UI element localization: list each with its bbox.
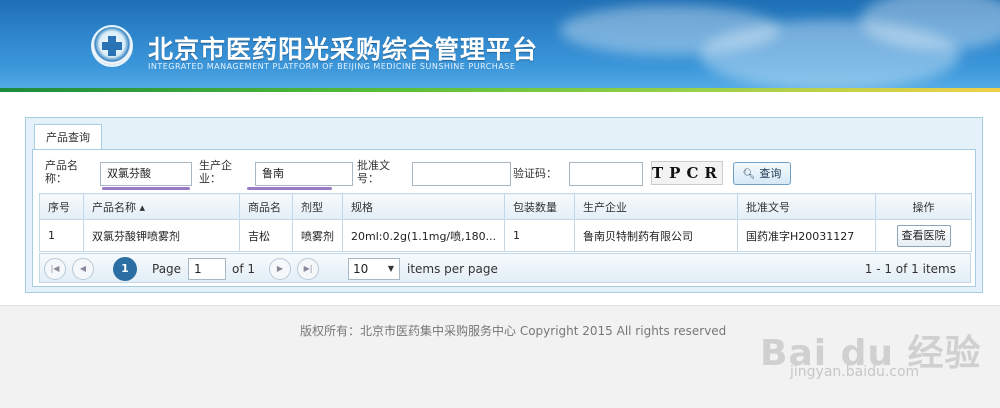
product-name-input[interactable]: 双氯芬酸 <box>100 162 192 186</box>
footer: 版权所有：北京市医药集中采购服务中心 Copyright 2015 All ri… <box>0 305 1000 408</box>
tab-product-query[interactable]: 产品查询 <box>34 124 102 150</box>
table-header-row: 序号 产品名称 ▴ 商品名 剂型 规格 包装数量 生产企业 批准文号 操作 <box>39 193 972 220</box>
manufacturer-label: 生产企业： <box>199 159 232 185</box>
copyright-text: 版权所有：北京市医药集中采购服务中心 Copyright 2015 All ri… <box>300 324 727 338</box>
pager-summary: 1 - 1 of 1 items <box>864 262 956 276</box>
column-header[interactable]: 产品名称 ▴ <box>83 193 240 220</box>
cell-pack-qty: 1 <box>504 219 575 252</box>
approval-no-label: 批准文号： <box>357 159 390 185</box>
prev-page-icon[interactable]: ◀ <box>72 258 94 280</box>
logo-icon <box>91 25 133 67</box>
header-banner: 北京市医药阳光采购综合管理平台 INTEGRATED MANAGEMENT PL… <box>0 0 1000 92</box>
cell-product-name: 双氯芬酸钾喷雾剂 <box>83 219 240 252</box>
search-panel-body: 产品名称： 双氯芬酸 生产企业： 鲁南 批准文号： 验证码： TPCR 🔍︎ 查询… <box>32 149 976 287</box>
column-header[interactable]: 序号 <box>39 193 84 220</box>
column-header[interactable]: 规格 <box>342 193 505 220</box>
annotation-underline <box>102 187 190 190</box>
page-size-select[interactable]: 10 ▼ <box>348 258 400 280</box>
sort-asc-icon: ▴ <box>139 200 146 214</box>
captcha-image[interactable]: TPCR <box>651 161 723 185</box>
first-page-icon[interactable]: |◀ <box>44 258 66 280</box>
cell-action: 查看医院 <box>875 219 972 252</box>
table-row[interactable]: 1 双氯芬酸钾喷雾剂 吉松 喷雾剂 20ml:0.2g(1.1mg/喷,180.… <box>39 219 972 252</box>
cell-index: 1 <box>39 219 84 252</box>
query-button-label: 查询 <box>759 167 782 180</box>
current-page-button[interactable]: 1 <box>113 257 137 281</box>
column-header[interactable]: 剂型 <box>292 193 343 220</box>
cell-manufacturer: 鲁南贝特制药有限公司 <box>574 219 738 252</box>
results-table: 序号 产品名称 ▴ 商品名 剂型 规格 包装数量 生产企业 批准文号 操作 1 … <box>39 193 972 252</box>
column-header[interactable]: 生产企业 <box>574 193 738 220</box>
cell-approval-no: 国药准字H20031127 <box>737 219 876 252</box>
manufacturer-input[interactable]: 鲁南 <box>255 162 353 186</box>
page-subtitle: INTEGRATED MANAGEMENT PLATFORM OF BEIJIN… <box>148 62 516 71</box>
last-page-icon[interactable]: ▶| <box>297 258 319 280</box>
chevron-down-icon: ▼ <box>387 264 394 273</box>
cell-spec: 20ml:0.2g(1.1mg/喷,180... <box>342 219 505 252</box>
cell-dosage-form: 喷雾剂 <box>292 219 343 252</box>
items-per-page-label: items per page <box>407 262 498 276</box>
column-header[interactable]: 包装数量 <box>504 193 575 220</box>
cell-trade-name: 吉松 <box>239 219 293 252</box>
pager: |◀ ◀ 1 Page 1 of 1 ▶ ▶| 10 ▼ items per p… <box>39 253 971 283</box>
search-panel: 产品查询 产品名称： 双氯芬酸 生产企业： 鲁南 批准文号： 验证码： TPCR… <box>25 117 983 293</box>
search-icon: 🔍︎ <box>742 169 756 180</box>
column-header[interactable]: 批准文号 <box>737 193 876 220</box>
page-number-input[interactable]: 1 <box>188 258 226 280</box>
captcha-input[interactable] <box>569 162 643 186</box>
page-count-label: of 1 <box>232 262 256 276</box>
page-label: Page <box>152 262 182 276</box>
captcha-label: 验证码： <box>513 167 557 180</box>
view-hospitals-button[interactable]: 查看医院 <box>896 224 951 247</box>
watermark-url: jingyan.baidu.com <box>790 364 920 380</box>
product-name-label: 产品名称： <box>45 159 78 185</box>
column-header: 操作 <box>875 193 972 220</box>
query-button[interactable]: 🔍︎ 查询 <box>733 162 791 185</box>
column-header[interactable]: 商品名 <box>239 193 293 220</box>
page-title: 北京市医药阳光采购综合管理平台 <box>148 35 539 64</box>
approval-no-input[interactable] <box>412 162 511 186</box>
annotation-underline <box>247 187 332 190</box>
header-stripe <box>0 88 1000 92</box>
next-page-icon[interactable]: ▶ <box>269 258 291 280</box>
